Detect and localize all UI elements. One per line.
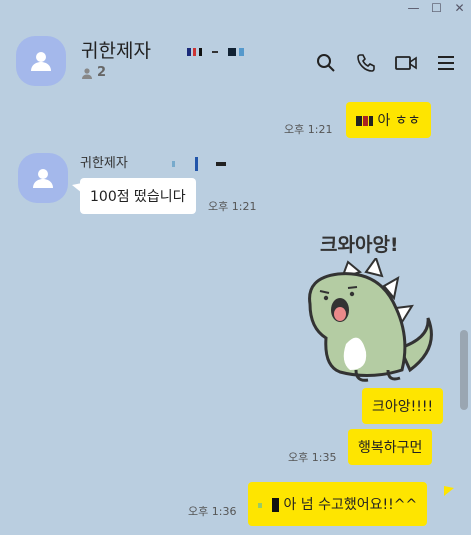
redacted-name bbox=[171, 156, 226, 171]
video-call-button[interactable] bbox=[395, 52, 417, 74]
member-count[interactable]: 2 bbox=[81, 65, 106, 80]
phone-icon bbox=[357, 54, 375, 72]
maximize-button[interactable]: ☐ bbox=[425, 0, 448, 16]
person-icon bbox=[31, 52, 51, 71]
my-message[interactable]: 크아앙!!!! bbox=[362, 388, 444, 424]
minimize-button[interactable]: — bbox=[402, 0, 425, 16]
sticker-text: 크와아앙! bbox=[320, 234, 399, 256]
dinosaur-sticker-icon bbox=[308, 258, 433, 382]
call-button[interactable] bbox=[355, 52, 377, 74]
scrollbar[interactable] bbox=[460, 330, 468, 410]
chat-header: 귀한제자 2 bbox=[0, 16, 471, 96]
redacted-name bbox=[186, 40, 244, 62]
menu-icon bbox=[438, 56, 454, 70]
redacted-text bbox=[258, 497, 279, 513]
their-message[interactable]: 100점 떴습니다 bbox=[80, 178, 196, 214]
chat-title[interactable]: 귀한제자 bbox=[81, 36, 244, 63]
message-time: 오후 1:35 bbox=[288, 451, 337, 464]
bubble-tail bbox=[444, 486, 454, 496]
person-icon bbox=[33, 169, 53, 188]
message-time: 오후 1:21 bbox=[208, 200, 257, 213]
header-actions bbox=[315, 52, 457, 74]
my-message[interactable]: 행복하구먼 bbox=[348, 429, 433, 465]
redacted-text bbox=[356, 113, 373, 129]
my-message[interactable]: 아 ㅎㅎ bbox=[346, 102, 431, 138]
member-icon bbox=[82, 67, 92, 79]
menu-button[interactable] bbox=[435, 52, 457, 74]
sender-avatar[interactable] bbox=[18, 153, 68, 203]
close-button[interactable]: ✕ bbox=[448, 0, 471, 16]
my-message[interactable]: 아 넘 수고했어요!!^^ bbox=[248, 482, 428, 526]
search-icon bbox=[317, 54, 335, 72]
search-button[interactable] bbox=[315, 52, 337, 74]
video-icon bbox=[395, 56, 417, 70]
window-controls: — ☐ ✕ bbox=[402, 0, 471, 16]
chat-avatar[interactable] bbox=[16, 36, 66, 86]
sender-name: 귀한제자 bbox=[80, 152, 226, 171]
sticker[interactable]: 크와아앙! bbox=[300, 230, 440, 385]
message-time: 오후 1:21 bbox=[284, 123, 333, 136]
message-time: 오후 1:36 bbox=[188, 505, 237, 518]
